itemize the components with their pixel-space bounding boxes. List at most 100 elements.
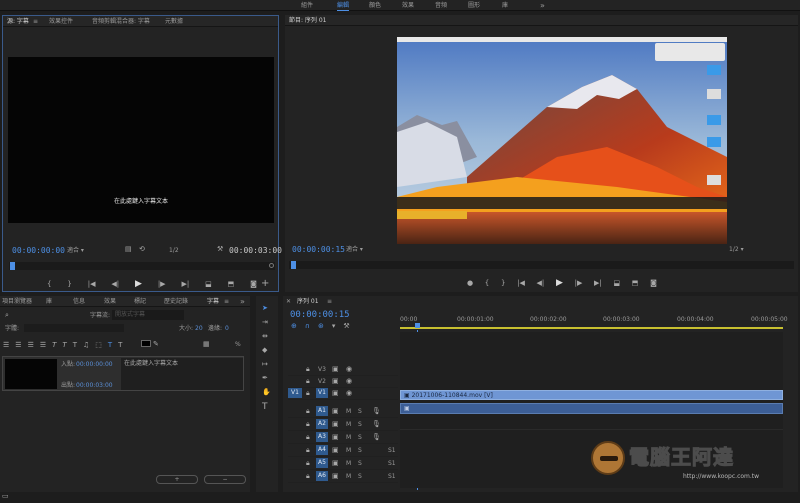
time-ruler[interactable]: 00:00 00:00:01:00 00:00:02:00 00:00:03:0… xyxy=(400,314,798,330)
caption-text-value[interactable]: 在此處鍵入字幕文本 xyxy=(124,361,178,367)
solo-button[interactable]: S xyxy=(358,422,362,428)
tab-effect-controls[interactable]: 效果控件 xyxy=(49,19,73,25)
track-label[interactable]: A4 xyxy=(316,445,328,455)
source-timecode[interactable]: 00:00:00:00 xyxy=(12,246,65,255)
menu-icon[interactable]: ≡ xyxy=(327,299,332,305)
source-resolution[interactable]: 1/2 xyxy=(169,248,179,254)
workspace-more-icon[interactable]: » xyxy=(540,2,545,10)
marker-icon[interactable]: ● xyxy=(467,277,473,289)
mute-button[interactable]: M xyxy=(346,435,351,441)
microphone-icon[interactable]: 🎙︎ xyxy=(372,420,381,428)
eye-icon[interactable]: ◉ xyxy=(346,377,352,385)
lock-icon[interactable]: 🔒︎ xyxy=(306,446,310,455)
sync-lock-icon[interactable]: ▣ xyxy=(332,365,339,373)
caption-overlay-text[interactable]: 在此處鍵入字幕文本 xyxy=(8,199,274,205)
microphone-icon[interactable]: 🎙︎ xyxy=(372,407,381,415)
underline-icon[interactable]: T xyxy=(73,341,77,349)
go-to-in-icon[interactable]: |◀ xyxy=(88,278,96,290)
sync-lock-icon[interactable]: ▣ xyxy=(332,446,339,454)
size-value[interactable]: 20 xyxy=(195,326,203,332)
mute-button[interactable]: M xyxy=(346,461,351,467)
export-frame-icon[interactable]: ⟲ xyxy=(139,245,145,253)
add-button-icon[interactable]: + xyxy=(261,278,269,289)
insert-icon[interactable]: ⬓ xyxy=(205,278,212,290)
tab-libraries[interactable]: 庫 xyxy=(46,299,52,305)
play-icon[interactable]: ▶ xyxy=(135,278,142,290)
tab-markers[interactable]: 標記 xyxy=(134,299,146,305)
mark-out-icon[interactable]: } xyxy=(501,277,505,289)
caption-text-field[interactable]: 在此處鍵入字幕文本 xyxy=(121,358,243,390)
hand-tool-icon[interactable]: ✋ xyxy=(262,388,271,396)
video-clip[interactable]: ▣ 20171006-110844.mov [V] xyxy=(400,390,783,400)
source-scrubber[interactable] xyxy=(9,262,275,270)
align-right-icon[interactable]: ☰ xyxy=(28,341,34,349)
music-note-icon[interactable]: ♫ xyxy=(83,341,89,349)
sync-lock-icon[interactable]: ▣ xyxy=(332,407,339,415)
sync-lock-icon[interactable]: ▣ xyxy=(332,377,339,385)
tab-audio-clip-mixer[interactable]: 音頻剪輯混合器: 字幕 xyxy=(92,19,150,25)
lock-icon[interactable]: 🔒︎ xyxy=(306,433,310,442)
edge-value[interactable]: 0 xyxy=(225,326,229,332)
more-icon[interactable]: » xyxy=(240,298,245,306)
eyedropper-icon[interactable]: ✎ xyxy=(153,340,159,348)
add-caption-button[interactable]: + xyxy=(156,475,198,484)
tab-effects[interactable]: 效果 xyxy=(104,299,116,305)
step-back-icon[interactable]: ◀| xyxy=(537,277,545,289)
track-label[interactable]: A3 xyxy=(316,432,328,442)
caption-stream-field[interactable]: 開放式字幕 xyxy=(112,310,184,320)
eye-icon[interactable]: ◉ xyxy=(346,365,352,373)
scrubber-end-handle[interactable] xyxy=(269,263,274,268)
bold-icon[interactable]: T xyxy=(62,341,66,349)
tab-history[interactable]: 歷史記錄 xyxy=(164,299,188,305)
opacity-icon[interactable]: ▦ xyxy=(203,340,210,348)
source-patch-v1[interactable]: V1 xyxy=(288,388,302,398)
mark-out-icon[interactable]: } xyxy=(67,278,71,290)
slip-tool-icon[interactable]: ↦ xyxy=(262,360,268,368)
lock-icon[interactable]: 🔒︎ xyxy=(306,407,310,416)
tab-source[interactable]: 源: 字幕 xyxy=(7,19,29,25)
track-label[interactable]: V3 xyxy=(316,367,328,373)
align-justify-icon[interactable]: ☰ xyxy=(40,341,46,349)
overwrite-icon[interactable]: ⬒ xyxy=(228,278,235,290)
out-timecode[interactable]: 00:00:03:00 xyxy=(76,383,113,389)
track-label[interactable]: A5 xyxy=(316,458,328,468)
lift-icon[interactable]: ⬓ xyxy=(613,277,620,289)
menu-icon[interactable]: ≡ xyxy=(33,19,38,25)
linked-selection-icon[interactable]: ⊛ xyxy=(318,322,324,330)
search-icon[interactable]: ⌕ xyxy=(5,311,9,320)
solo-button[interactable]: S xyxy=(358,409,362,415)
track-label[interactable]: V1 xyxy=(316,388,328,398)
track-label[interactable]: V2 xyxy=(316,379,328,385)
camera-icon[interactable]: ◙ xyxy=(650,277,657,289)
workspace-tab-audio[interactable]: 音頻 xyxy=(435,3,447,9)
settings-wrench-icon[interactable]: ⚒ xyxy=(343,322,349,330)
razor-tool-icon[interactable]: ◆ xyxy=(262,346,267,354)
text-fill-icon[interactable]: T xyxy=(118,341,122,349)
mark-in-icon[interactable]: { xyxy=(47,278,51,290)
step-forward-icon[interactable]: |▶ xyxy=(158,278,166,290)
lock-icon[interactable]: 🔒︎ xyxy=(306,472,310,481)
background-icon[interactable]: ⬚ xyxy=(95,341,102,349)
sync-lock-icon[interactable]: ▣ xyxy=(332,389,339,397)
extract-icon[interactable]: ⬒ xyxy=(632,277,639,289)
solo-button[interactable]: S xyxy=(358,448,362,454)
nest-icon[interactable]: ⊕ xyxy=(291,322,297,330)
add-marker-icon[interactable]: ▾ xyxy=(332,322,336,330)
workspace-tab-libraries[interactable]: 庫 xyxy=(502,3,508,9)
lock-icon[interactable]: 🔒︎ xyxy=(306,365,310,374)
timeline-timecode[interactable]: 00:00:00:15 xyxy=(290,310,350,320)
workspace-tab-color[interactable]: 顏色 xyxy=(369,3,381,9)
mark-in-icon[interactable]: { xyxy=(485,277,489,289)
in-timecode[interactable]: 00:00:00:00 xyxy=(76,362,113,368)
ripple-edit-tool-icon[interactable]: ⇹ xyxy=(262,332,268,340)
source-fit-select[interactable]: 適合 ▾ xyxy=(67,248,84,254)
step-forward-icon[interactable]: |▶ xyxy=(575,277,583,289)
tab-info[interactable]: 信息 xyxy=(73,299,85,305)
sequence-tab[interactable]: 序列 01 xyxy=(297,299,319,305)
pen-tool-icon[interactable]: ✒ xyxy=(262,374,268,382)
tab-project-browser[interactable]: 項目瀏覽器 xyxy=(2,299,32,305)
settings-wrench-icon[interactable]: ▤ xyxy=(125,245,132,253)
menu-icon[interactable]: ≡ xyxy=(224,299,229,305)
caption-entry[interactable]: 入點: 00:00:00:00 出點: 00:00:03:00 在此處鍵入字幕文… xyxy=(2,356,244,391)
lock-icon[interactable]: 🔒︎ xyxy=(306,389,310,398)
